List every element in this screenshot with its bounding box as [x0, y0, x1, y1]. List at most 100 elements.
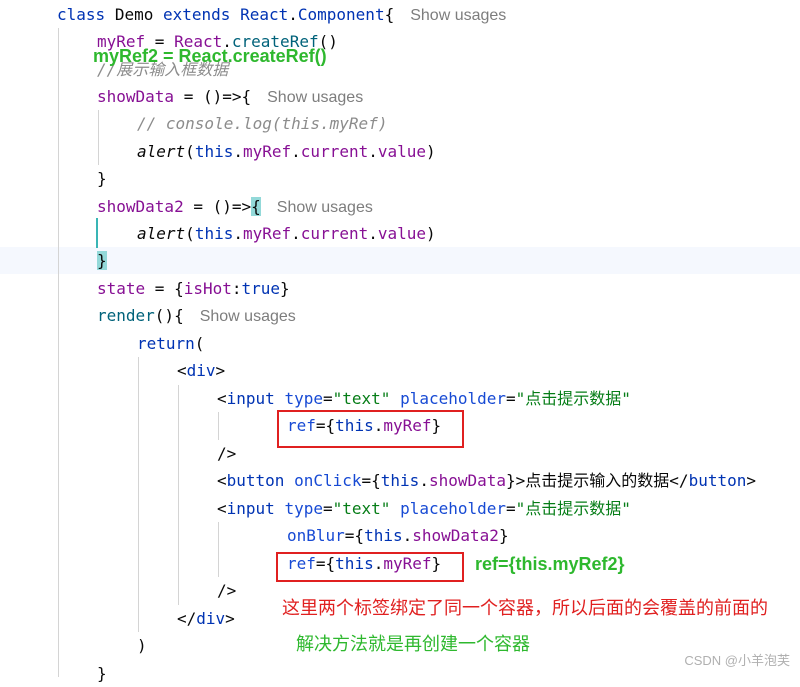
method-showdata2: showData2 — [97, 197, 184, 216]
code-line-11[interactable]: state = {isHot:true} — [97, 275, 290, 302]
tag-button-close: button — [688, 471, 747, 490]
matched-brace: } — [97, 251, 107, 270]
code-line-13[interactable]: return( — [137, 330, 204, 357]
indent-guide — [218, 412, 219, 440]
field-current: current — [300, 142, 369, 161]
annotation-ref-myref2: ref={this.myRef2} — [475, 554, 625, 574]
dot: . — [291, 142, 301, 161]
show-usages-hint[interactable]: Show usages — [267, 89, 363, 106]
show-usages-hint[interactable]: Show usages — [200, 308, 296, 325]
code-line-23[interactable]: </div> — [177, 605, 235, 632]
indent-guide — [218, 522, 219, 577]
brace: } — [97, 664, 107, 683]
tag-input: input — [226, 389, 275, 408]
angle: < — [217, 499, 227, 518]
arrow: = ()=>{ — [174, 87, 252, 106]
angle: > — [746, 471, 756, 490]
attr-placeholder: placeholder — [400, 499, 507, 518]
attr-type: type — [284, 389, 323, 408]
highlight-box-ref2 — [276, 552, 464, 582]
angle: </ — [669, 471, 689, 490]
dot: . — [368, 224, 378, 243]
matched-brace: { — [251, 197, 261, 216]
code-line-8[interactable]: showData2 = ()=>{ Show usages — [97, 193, 373, 220]
code-line-24[interactable]: ) — [137, 632, 147, 659]
field-state: state — [97, 279, 146, 298]
dot: . — [368, 142, 378, 161]
comment: // console.log(this.myRef) — [137, 114, 388, 133]
dot: . — [288, 5, 298, 24]
annotation-explanation: 这里两个标签绑定了同一个容器，所以后面的会覆盖的前面的 — [282, 598, 768, 618]
code-line-17[interactable]: /> — [217, 440, 236, 467]
paren: ( — [194, 334, 205, 353]
tag-input: input — [226, 499, 275, 518]
brace: { — [384, 5, 395, 24]
annotation-solution: 解决方法就是再创建一个容器 — [296, 634, 530, 654]
dot: . — [419, 471, 429, 490]
field-myref: myRef — [242, 224, 292, 243]
field-showdata: showData — [428, 471, 507, 490]
keyword-this: this — [364, 526, 403, 545]
self-close: /> — [217, 444, 237, 463]
keyword-extends: extends — [162, 5, 231, 24]
string-text: "text" — [332, 389, 391, 408]
angle: > — [215, 361, 226, 380]
code-line-6[interactable]: alert(this.myRef.current.value) — [137, 138, 436, 165]
brace-close: }> — [506, 471, 526, 490]
angle: < — [177, 361, 187, 380]
code-line-1[interactable]: class Demo extends React.Component{Show … — [57, 1, 506, 28]
field-current: current — [300, 224, 369, 243]
brace: } — [498, 526, 509, 545]
base-object: React — [240, 5, 289, 24]
keyword-this: this — [194, 224, 234, 243]
paren: ) — [426, 142, 436, 161]
code-line-9[interactable]: alert(this.myRef.current.value) — [137, 220, 436, 247]
equals: = — [322, 499, 333, 518]
code-line-10[interactable]: } — [97, 247, 107, 274]
button-label: 点击提示输入的数据 — [525, 471, 670, 490]
code-line-18[interactable]: <button onClick={this.showData}>点击提示输入的数… — [217, 467, 756, 494]
keyword-class: class — [57, 5, 106, 24]
highlight-box-ref1 — [277, 410, 464, 448]
keyword-true: true — [241, 279, 281, 298]
dot: . — [233, 142, 243, 161]
base-class: Component — [297, 5, 385, 24]
string-text: "text" — [332, 499, 391, 518]
equals: = — [506, 389, 516, 408]
paren: ( — [185, 142, 195, 161]
self-close: /> — [217, 581, 237, 600]
code-line-25[interactable]: } — [97, 660, 107, 687]
attr-type: type — [284, 499, 323, 518]
current-line-highlight — [0, 247, 800, 274]
code-line-14[interactable]: <div> — [177, 357, 225, 384]
code-editor[interactable]: class Demo extends React.Component{Show … — [0, 0, 800, 683]
equals: = — [506, 499, 516, 518]
code-line-4[interactable]: showData = ()=>{ Show usages — [97, 83, 363, 110]
angle: > — [225, 609, 235, 628]
attr-onclick: onClick — [294, 471, 362, 490]
show-usages-hint[interactable]: Show usages — [410, 7, 506, 24]
dot: . — [233, 224, 243, 243]
arrow: = ()=> — [183, 197, 252, 216]
angle: < — [217, 389, 227, 408]
parens: (){ — [154, 306, 184, 325]
code-line-5[interactable]: // console.log(this.myRef) — [137, 110, 387, 137]
code-line-7[interactable]: } — [97, 165, 107, 192]
equals: = — [322, 389, 333, 408]
show-usages-hint[interactable]: Show usages — [277, 199, 373, 216]
field-value: value — [377, 224, 427, 243]
code-line-12[interactable]: render(){ Show usages — [97, 302, 296, 329]
code-line-19[interactable]: <input type="text" placeholder="点击提示数据" — [217, 495, 631, 522]
equals-brace: ={ — [361, 471, 381, 490]
code-line-22[interactable]: /> — [217, 577, 236, 604]
attr-onblur: onBlur — [287, 526, 345, 545]
code-line-20[interactable]: onBlur={this.showData2} — [287, 522, 509, 549]
attr-placeholder: placeholder — [400, 389, 507, 408]
paren: ) — [137, 636, 147, 655]
render-method: render — [97, 306, 155, 325]
method-showdata: showData — [97, 87, 175, 106]
keyword-this: this — [380, 471, 420, 490]
code-line-15[interactable]: <input type="text" placeholder="点击提示数据" — [217, 385, 631, 412]
indent-guide — [138, 357, 139, 632]
angle: </ — [177, 609, 197, 628]
